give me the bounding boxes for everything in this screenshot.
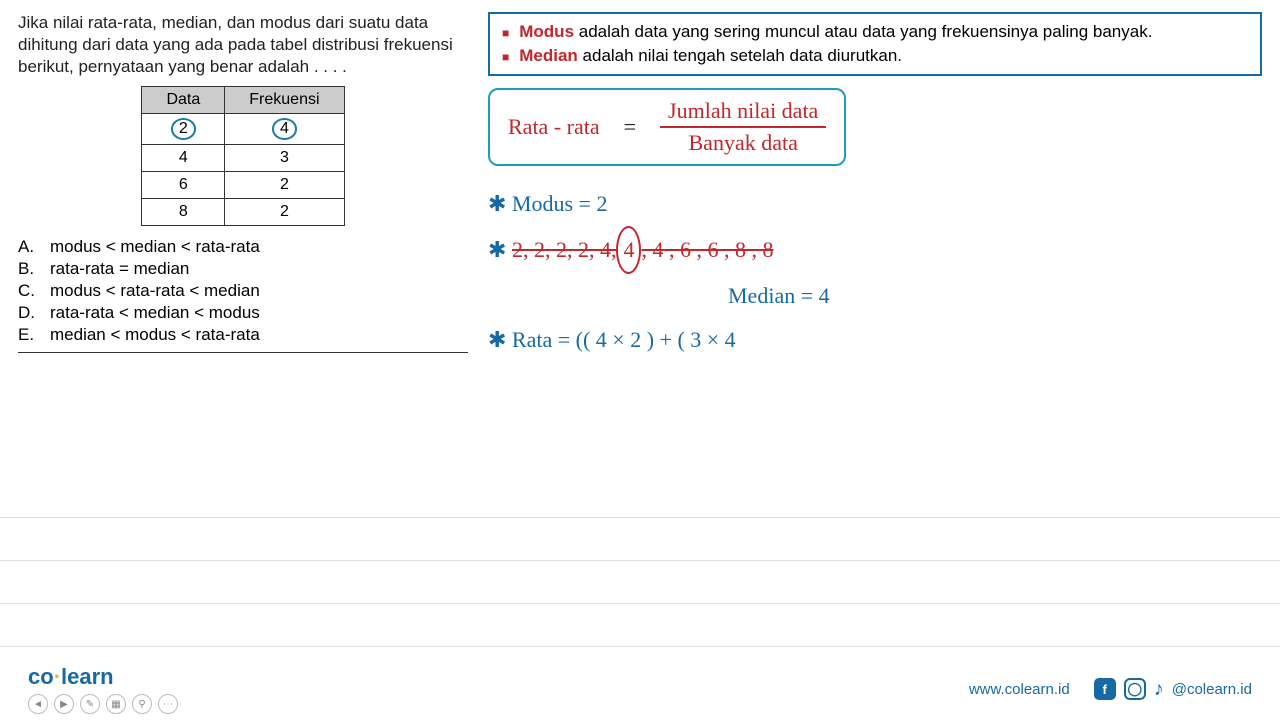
table-row: 8 2 (142, 198, 344, 225)
cell-freq-1: 3 (225, 144, 344, 171)
table-header-freq: Frekuensi (225, 87, 344, 114)
formula-denominator: Banyak data (689, 128, 798, 156)
table-row: 6 2 (142, 171, 344, 198)
option-d: D.rata-rata < median < modus (18, 302, 468, 324)
instagram-icon[interactable]: ◯ (1124, 678, 1146, 700)
table-header-data: Data (142, 87, 225, 114)
social-links: f ◯ ♪ @colearn.id (1094, 678, 1252, 701)
content-area: Jika nilai rata-rata, median, dan modus … (0, 0, 1280, 362)
facebook-icon[interactable]: f (1094, 678, 1116, 700)
frequency-table: Data Frekuensi 2 4 4 3 6 2 8 2 (141, 86, 344, 226)
formula-equals: = (624, 114, 636, 140)
solution-panel: ■ Modus adalah data yang sering muncul a… (488, 12, 1262, 362)
ruled-background (0, 475, 1280, 658)
formula-numerator: Jumlah nilai data (660, 98, 826, 128)
brand-logo: co·learn (28, 664, 178, 690)
definitions-box: ■ Modus adalah data yang sering muncul a… (488, 12, 1262, 76)
social-handle: @colearn.id (1172, 681, 1252, 698)
cell-freq-3: 2 (225, 198, 344, 225)
mean-formula-box: Rata - rata = Jumlah nilai data Banyak d… (488, 88, 846, 166)
cell-data-0: 2 (171, 118, 196, 140)
question-panel: Jika nilai rata-rata, median, dan modus … (18, 12, 468, 362)
option-e: E.median < modus < rata-rata (18, 324, 468, 346)
zoom-button[interactable]: ⚲ (132, 694, 152, 714)
cell-data-3: 8 (142, 198, 225, 225)
bullet-icon: ■ (502, 49, 509, 68)
rata-calc: ✱ Rata = (( 4 × 2 ) + ( 3 × 4 (488, 318, 1262, 362)
option-c: C.modus < rata-rata < median (18, 280, 468, 302)
footer-right: www.colearn.id f ◯ ♪ @colearn.id (969, 678, 1252, 701)
tiktok-icon[interactable]: ♪ (1154, 678, 1164, 701)
data-list: ✱ 2, 2, 2, 2, 4,4, 4 , 6 , 6 , 8 , 8 (488, 226, 1262, 274)
table-row: 4 3 (142, 144, 344, 171)
more-button[interactable]: ⋯ (158, 694, 178, 714)
formula-lhs: Rata - rata (508, 114, 600, 140)
cell-freq-2: 2 (225, 171, 344, 198)
median-result: Median = 4 (488, 274, 1262, 318)
table-row: 2 4 (142, 114, 344, 145)
play-button[interactable]: ▶ (54, 694, 74, 714)
question-text: Jika nilai rata-rata, median, dan modus … (18, 12, 468, 78)
player-controls: ◄ ▶ ✎ ▦ ⚲ ⋯ (28, 694, 178, 714)
handwritten-work: ✱ Modus = 2 ✱ 2, 2, 2, 2, 4,4, 4 , 6 , 6… (488, 182, 1262, 362)
median-definition: ■ Median adalah nilai tengah setelah dat… (502, 44, 1248, 68)
cell-freq-0: 4 (272, 118, 297, 140)
grid-button[interactable]: ▦ (106, 694, 126, 714)
edit-button[interactable]: ✎ (80, 694, 100, 714)
modus-definition: ■ Modus adalah data yang sering muncul a… (502, 20, 1248, 44)
prev-button[interactable]: ◄ (28, 694, 48, 714)
cell-data-1: 4 (142, 144, 225, 171)
logo-block: co·learn ◄ ▶ ✎ ▦ ⚲ ⋯ (28, 664, 178, 714)
option-b: B.rata-rata = median (18, 258, 468, 280)
formula-fraction: Jumlah nilai data Banyak data (660, 98, 826, 156)
website-url[interactable]: www.colearn.id (969, 681, 1070, 698)
footer-bar: co·learn ◄ ▶ ✎ ▦ ⚲ ⋯ www.colearn.id f ◯ … (0, 658, 1280, 720)
modus-result: ✱ Modus = 2 (488, 182, 1262, 226)
option-a: A.modus < median < rata-rata (18, 236, 468, 258)
cell-data-2: 6 (142, 171, 225, 198)
bullet-icon: ■ (502, 25, 509, 44)
answer-options: A.modus < median < rata-rata B.rata-rata… (18, 236, 468, 353)
